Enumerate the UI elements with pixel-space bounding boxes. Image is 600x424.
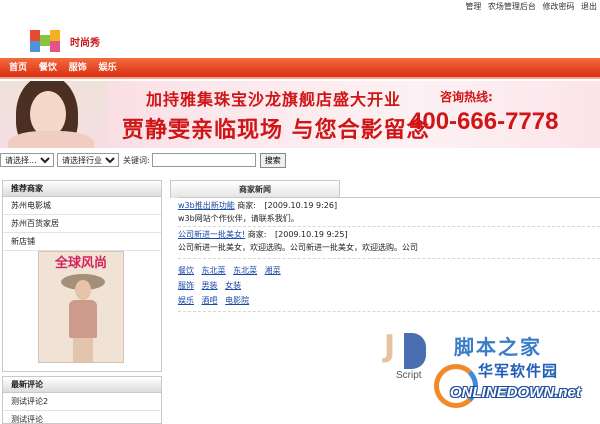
- logo-block: [40, 35, 50, 46]
- news-author-label: 商家:: [237, 201, 256, 210]
- category-link[interactable]: 东北菜: [202, 266, 226, 275]
- news-separator: [178, 226, 600, 227]
- search-bar: 请选择... 请选择行业 关键词: 搜索: [0, 151, 286, 169]
- recommended-title: 推荐商家: [3, 181, 161, 197]
- news-date: [2009.10.19 9:25]: [275, 230, 348, 239]
- news-separator: [178, 258, 600, 259]
- region-select[interactable]: 请选择...: [0, 153, 54, 167]
- top-links: 管理 农场管理后台 修改密码 退出: [461, 1, 597, 12]
- news-date: [2009.10.19 9:26]: [264, 201, 338, 210]
- top-link-change-password[interactable]: 修改密码: [542, 2, 574, 11]
- category-link[interactable]: 娱乐: [178, 296, 194, 305]
- comment-item[interactable]: 测试评论: [3, 411, 161, 424]
- category-row-dining: 餐饮 东北菜 东北菜 湘菜: [178, 265, 286, 276]
- category-link[interactable]: 女装: [225, 281, 241, 290]
- jb51-tag: Script: [396, 370, 422, 381]
- logo-block: [30, 30, 40, 41]
- category-link[interactable]: 电影院: [225, 296, 249, 305]
- banner-photo: [0, 81, 108, 148]
- category-row-clothing: 服饰 男装 女装: [178, 280, 246, 291]
- news-snippet: w3b网站个作伙伴，请联系我们。: [178, 214, 299, 223]
- logo-block: [30, 41, 40, 52]
- recommended-item[interactable]: 苏州电影城: [3, 197, 161, 215]
- logo-text: 时尚秀: [70, 38, 100, 49]
- recommended-item[interactable]: 新店铺: [3, 233, 161, 251]
- category-link[interactable]: 东北菜: [233, 266, 257, 275]
- latest-comments-panel: 最新评论 测试评论2 测试评论: [2, 376, 162, 424]
- banner-subheadline: 贾静雯亲临现场 与您合影留念: [122, 117, 430, 143]
- magazine-title: 全球风尚: [54, 256, 107, 271]
- category-row-entertainment: 娱乐 酒吧 电影院: [178, 295, 254, 306]
- search-button[interactable]: 搜索: [259, 152, 286, 168]
- nav-clothing[interactable]: 服饰: [69, 58, 87, 79]
- banner-headline: 加持雅集珠宝沙龙旗舰店盛大开业: [146, 90, 402, 109]
- top-link-admin[interactable]: 农场管理后台: [488, 2, 536, 11]
- site-logo[interactable]: 时尚秀: [30, 30, 114, 52]
- onlinedown-watermark: 华军软件园 ONLINEDOWN.net: [434, 360, 598, 420]
- jb51-brand: 脚本之家: [454, 335, 542, 359]
- recommended-item[interactable]: 苏州百货家居: [3, 215, 161, 233]
- keyword-input[interactable]: [151, 153, 256, 167]
- logo-block: [50, 30, 60, 41]
- category-link[interactable]: 酒吧: [202, 296, 218, 305]
- logo-block: [50, 41, 60, 52]
- top-link-logout[interactable]: 退出: [581, 2, 597, 11]
- news-title[interactable]: w3b推出新功能: [178, 201, 235, 210]
- main-nav: 首页 餐饮 服饰 娱乐: [0, 58, 600, 79]
- magazine-cover-image[interactable]: 全球风尚: [38, 251, 124, 363]
- keyword-label: 关键词:: [123, 155, 150, 165]
- nav-entertainment[interactable]: 娱乐: [99, 58, 117, 79]
- news-divider: [178, 197, 600, 198]
- category-link[interactable]: 服饰: [178, 281, 194, 290]
- tab-merchant-news[interactable]: 商家新闻: [170, 180, 340, 198]
- news-title[interactable]: 公司新进一批美女!: [178, 230, 245, 239]
- banner-phone: 400-666-7778: [409, 108, 559, 135]
- news-item: 公司新进一批美女! 商家: [2009.10.19 9:25]: [178, 229, 348, 240]
- nav-dining[interactable]: 餐饮: [39, 58, 57, 79]
- comment-item[interactable]: 测试评论2: [3, 393, 161, 411]
- news-separator: [178, 311, 600, 312]
- category-link[interactable]: 餐饮: [178, 266, 194, 275]
- news-item: w3b推出新功能 商家: [2009.10.19 9:26]: [178, 200, 337, 211]
- nav-home[interactable]: 首页: [9, 58, 27, 79]
- news-author-label: 商家:: [247, 230, 267, 239]
- category-link[interactable]: 男装: [202, 281, 218, 290]
- top-link-manage[interactable]: 管理: [465, 2, 481, 11]
- banner-hotline-label: 咨询热线:: [440, 90, 493, 104]
- news-snippet: 公司新进一批美女，欢迎选购。公司新进一批美女，欢迎选购。公司: [178, 243, 418, 252]
- watermark-en: ONLINEDOWN.net: [450, 384, 581, 401]
- latest-comments-title: 最新评论: [3, 377, 161, 393]
- category-link[interactable]: 湘菜: [265, 266, 281, 275]
- promo-banner[interactable]: 加持雅集珠宝沙龙旗舰店盛大开业 贾静雯亲临现场 与您合影留念 咨询热线: 400…: [0, 81, 600, 148]
- watermark-cn: 华军软件园: [478, 362, 559, 380]
- industry-select[interactable]: 请选择行业: [57, 153, 119, 167]
